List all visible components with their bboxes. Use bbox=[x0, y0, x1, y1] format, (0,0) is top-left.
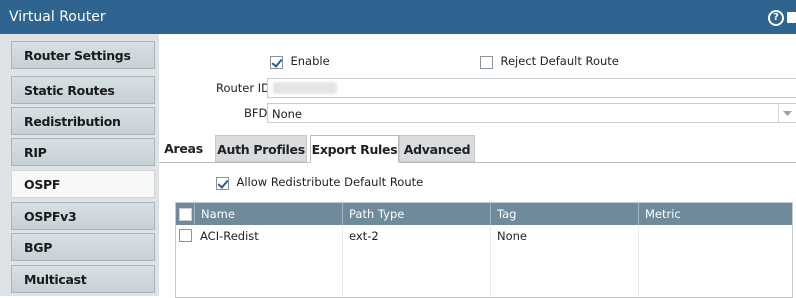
router-id-label: Router ID bbox=[216, 81, 271, 95]
window-menu-icon[interactable] bbox=[787, 12, 796, 23]
column-header-name[interactable]: Name bbox=[194, 203, 346, 225]
column-header-metric[interactable]: Metric bbox=[638, 203, 792, 225]
cell-metric bbox=[638, 226, 792, 246]
tab-bar: Areas Auth Profiles Export Rules Advance… bbox=[159, 134, 796, 163]
column-divider bbox=[342, 225, 343, 297]
enable-row: Enable bbox=[270, 54, 330, 69]
enable-checkbox[interactable] bbox=[270, 55, 283, 69]
sidebar-item-ospfv3[interactable]: OSPFv3 bbox=[11, 202, 155, 230]
select-all-checkbox[interactable] bbox=[179, 208, 192, 221]
bfd-label: BFD bbox=[244, 106, 268, 120]
allow-redistribute-row: Allow Redistribute Default Route bbox=[216, 175, 423, 190]
chevron-down-icon bbox=[783, 111, 792, 116]
column-header-tag[interactable]: Tag bbox=[490, 203, 638, 225]
router-id-redacted bbox=[273, 82, 337, 94]
enable-label: Enable bbox=[290, 54, 330, 68]
dropdown-button[interactable] bbox=[778, 104, 796, 122]
bfd-select[interactable]: None bbox=[267, 103, 796, 123]
window-titlebar: Virtual Router ? bbox=[0, 0, 796, 34]
tab-export-rules[interactable]: Export Rules bbox=[310, 135, 399, 163]
tab-areas[interactable]: Areas bbox=[161, 135, 206, 162]
table-row[interactable]: ACI-Redist ext-2 None bbox=[176, 226, 792, 246]
help-icon[interactable]: ? bbox=[768, 10, 784, 26]
sidebar-item-static-routes[interactable]: Static Routes bbox=[11, 76, 155, 104]
allow-redistribute-label: Allow Redistribute Default Route bbox=[236, 175, 424, 189]
reject-default-route-label: Reject Default Route bbox=[500, 54, 619, 68]
sidebar-item-rip[interactable]: RIP bbox=[11, 138, 155, 166]
sidebar: Router Settings Static Routes Redistribu… bbox=[0, 34, 159, 296]
sidebar-item-redistribution-profile[interactable]: Redistribution Profile bbox=[11, 107, 155, 156]
tab-auth-profiles[interactable]: Auth Profiles bbox=[215, 135, 307, 162]
column-header-path-type[interactable]: Path Type bbox=[342, 203, 490, 225]
tab-advanced[interactable]: Advanced bbox=[399, 135, 475, 162]
cell-path-type: ext-2 bbox=[342, 226, 490, 246]
column-divider bbox=[638, 225, 639, 297]
export-rules-table: Name Path Type Tag Metric ACI-Redist ext… bbox=[175, 202, 793, 298]
reject-default-route-checkbox[interactable] bbox=[480, 55, 493, 69]
bfd-select-value: None bbox=[272, 107, 303, 121]
sidebar-item-multicast[interactable]: Multicast bbox=[11, 265, 155, 293]
window-title: Virtual Router bbox=[9, 9, 106, 25]
allow-redistribute-checkbox[interactable] bbox=[216, 176, 229, 190]
column-divider bbox=[490, 225, 491, 297]
router-id-field[interactable] bbox=[267, 78, 796, 98]
sidebar-item-ospf[interactable]: OSPF bbox=[11, 170, 155, 198]
sidebar-item-bgp[interactable]: BGP bbox=[11, 233, 155, 261]
cell-tag: None bbox=[490, 226, 638, 246]
reject-default-route-row: Reject Default Route bbox=[480, 54, 619, 69]
table-header: Name Path Type Tag Metric bbox=[176, 203, 792, 225]
sidebar-item-router-settings[interactable]: Router Settings bbox=[11, 41, 155, 69]
cell-name[interactable]: ACI-Redist bbox=[194, 226, 346, 246]
row-checkbox[interactable] bbox=[179, 229, 192, 242]
